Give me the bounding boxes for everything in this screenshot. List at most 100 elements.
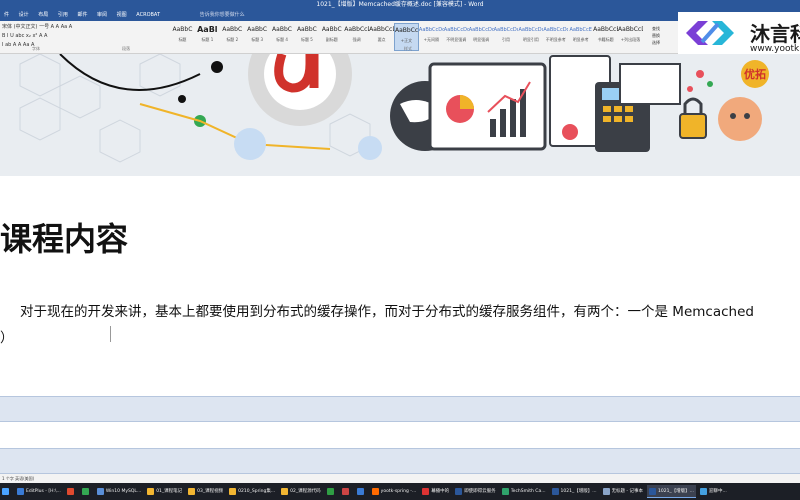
- style-name: 标题 1: [201, 37, 214, 42]
- app-icon: [371, 488, 379, 495]
- style-10[interactable]: AaBbCcDc +无间隔: [419, 23, 444, 51]
- taskbar-item[interactable]: 迎聊中...: [698, 485, 729, 498]
- styles-group-label: 样式: [404, 46, 412, 51]
- page-band-1: [0, 396, 800, 422]
- watermark-logo: 沐言科 www.yootk: [678, 12, 800, 58]
- taskbar-item-label: 迎聊中...: [708, 489, 727, 494]
- style-5[interactable]: AaBbC 标题 5: [294, 23, 319, 51]
- start-button[interactable]: [0, 485, 13, 498]
- style-15[interactable]: AaBbCcDc 不明显参考: [543, 23, 568, 51]
- replace-button[interactable]: 替换: [652, 32, 660, 39]
- taskbar-item[interactable]: [80, 485, 93, 498]
- style-14[interactable]: AaBbCcDc 明显引用: [518, 23, 543, 51]
- app-icon: [341, 488, 349, 495]
- document-paragraph-continuation: ）: [0, 330, 14, 346]
- style-16[interactable]: AaBbCcE 明显参考: [568, 23, 593, 51]
- document-heading: 课程内容: [0, 220, 129, 258]
- status-text: 1 个字 英语(美国): [2, 476, 35, 481]
- banner-seal-text: 优拓: [744, 67, 766, 81]
- taskbar-item[interactable]: 01_课程笔记: [145, 485, 184, 498]
- taskbar-item[interactable]: 03_课程视频: [186, 485, 225, 498]
- app-icon: [81, 488, 89, 495]
- style-sample: AaBbC: [272, 26, 292, 33]
- tab-review[interactable]: 审阅: [97, 12, 107, 18]
- style-13[interactable]: AaBbCcDc 引用: [494, 23, 519, 51]
- taskbar-item[interactable]: Win10 MySQL...: [95, 485, 143, 498]
- style-sample: AaBbCcDc: [395, 27, 419, 34]
- style-0[interactable]: AaBbC 标题: [170, 23, 195, 51]
- style-18[interactable]: AaBbCcDc +列出段落: [618, 23, 643, 51]
- app-icon: [422, 488, 430, 495]
- style-12[interactable]: AaBbCcDc 明显强调: [469, 23, 494, 51]
- taskbar-item-label: EditPlus - [H:\...: [26, 489, 61, 494]
- style-name: 明显参考: [572, 37, 589, 42]
- style-sample: AaBbCcDc: [344, 26, 369, 33]
- style-sample: AaBbCcDc: [468, 27, 494, 33]
- logo-mark-icon: [686, 21, 734, 45]
- style-name: 副标题: [325, 37, 338, 42]
- taskbar-item[interactable]: yootk-spring -...: [370, 485, 419, 498]
- taskbar-item[interactable]: 1021_【增版】...: [550, 485, 599, 498]
- font-row-2[interactable]: B I U abc x₂ x² A A: [0, 32, 168, 41]
- taskbar-item[interactable]: [325, 485, 338, 498]
- style-8[interactable]: AaBbCcD 要点: [369, 23, 394, 51]
- app-icon: [455, 488, 463, 495]
- taskbar-item-label: 0210_Spring集...: [238, 489, 276, 494]
- taskbar-item[interactable]: [65, 485, 78, 498]
- taskbar-item[interactable]: EditPlus - [H:\...: [15, 485, 63, 498]
- app-icon: [147, 488, 155, 495]
- tab-design[interactable]: 设计: [19, 12, 29, 18]
- style-sample: AaBbCcDc: [618, 26, 643, 33]
- taskbar-item[interactable]: [355, 485, 368, 498]
- find-button[interactable]: 查找: [652, 25, 660, 32]
- style-sample: AaBbCcE: [569, 27, 592, 33]
- style-sample: AaBbCcDc: [443, 27, 469, 33]
- style-name: +列出段落: [620, 37, 641, 42]
- font-row-3[interactable]: I ab A A Aa A: [0, 41, 168, 50]
- style-3[interactable]: AaBbC 标题 3: [245, 23, 270, 51]
- taskbar-item-label: yootk-spring -...: [380, 489, 417, 494]
- font-row-1[interactable]: 宋体 (中文正文) 一号 A A Aa A: [0, 23, 168, 32]
- app-icon: [66, 488, 74, 495]
- taskbar-item-label: 即使即得云服务: [464, 489, 496, 494]
- style-name: 标题 4: [276, 37, 288, 42]
- style-11[interactable]: AaBbCcDc 不明显强调: [444, 23, 469, 51]
- tell-me-search[interactable]: 告诉我你想要做什么: [200, 12, 245, 18]
- app-icon: [229, 488, 237, 495]
- style-sample: AaBl: [197, 25, 218, 34]
- taskbar-item[interactable]: 0210_Spring集...: [227, 485, 277, 498]
- taskbar-item[interactable]: 即使即得云服务: [453, 485, 498, 498]
- page-band-2: [0, 448, 800, 474]
- taskbar-item[interactable]: [340, 485, 353, 498]
- tab-acrobat[interactable]: ACROBAT: [136, 12, 160, 18]
- taskbar-item[interactable]: 无标题 - 记事本: [601, 485, 645, 498]
- tab-file[interactable]: 件: [4, 12, 9, 18]
- app-icon: [96, 488, 104, 495]
- style-name: +无间隔: [423, 37, 440, 42]
- tab-view[interactable]: 视图: [117, 12, 127, 18]
- windows-icon: [2, 488, 9, 495]
- taskbar-item[interactable]: 02_课程源代码: [279, 485, 322, 498]
- taskbar-item[interactable]: 1021_【增版】...: [646, 485, 696, 498]
- style-sample: AaBbCcE: [593, 26, 619, 33]
- select-button[interactable]: 选择: [652, 39, 660, 46]
- style-name: 标题 2: [226, 37, 239, 42]
- style-sample: AaBbCcDc: [493, 27, 519, 33]
- style-sample: AaBbC: [222, 26, 243, 33]
- style-7[interactable]: AaBbCcDc 强调: [344, 23, 369, 51]
- tab-references[interactable]: 引用: [58, 12, 68, 18]
- styles-gallery: AaBbC 标题 AaBl 标题 1 AaBbC 标题 2 AaBbC 标题 3 AaBbC 标题…: [170, 23, 668, 51]
- taskbar-item-label: 02_课程源代码: [290, 489, 321, 494]
- taskbar-item[interactable]: 幕播中的: [420, 485, 451, 498]
- taskbar-item[interactable]: TechSmith Ca...: [500, 485, 548, 498]
- style-name: 强调: [352, 37, 361, 42]
- style-name: +正文: [400, 38, 413, 43]
- style-2[interactable]: AaBbC 标题 2: [220, 23, 245, 51]
- tab-mailings[interactable]: 邮件: [77, 12, 87, 18]
- style-sample: AaBbCcD: [369, 26, 394, 33]
- style-1[interactable]: AaBl 标题 1: [195, 23, 220, 51]
- tab-layout[interactable]: 布局: [38, 12, 48, 18]
- style-6[interactable]: AaBbC 副标题: [319, 23, 344, 51]
- style-4[interactable]: AaBbC 标题 4: [270, 23, 295, 51]
- style-17[interactable]: AaBbCcE 书籍标题: [593, 23, 618, 51]
